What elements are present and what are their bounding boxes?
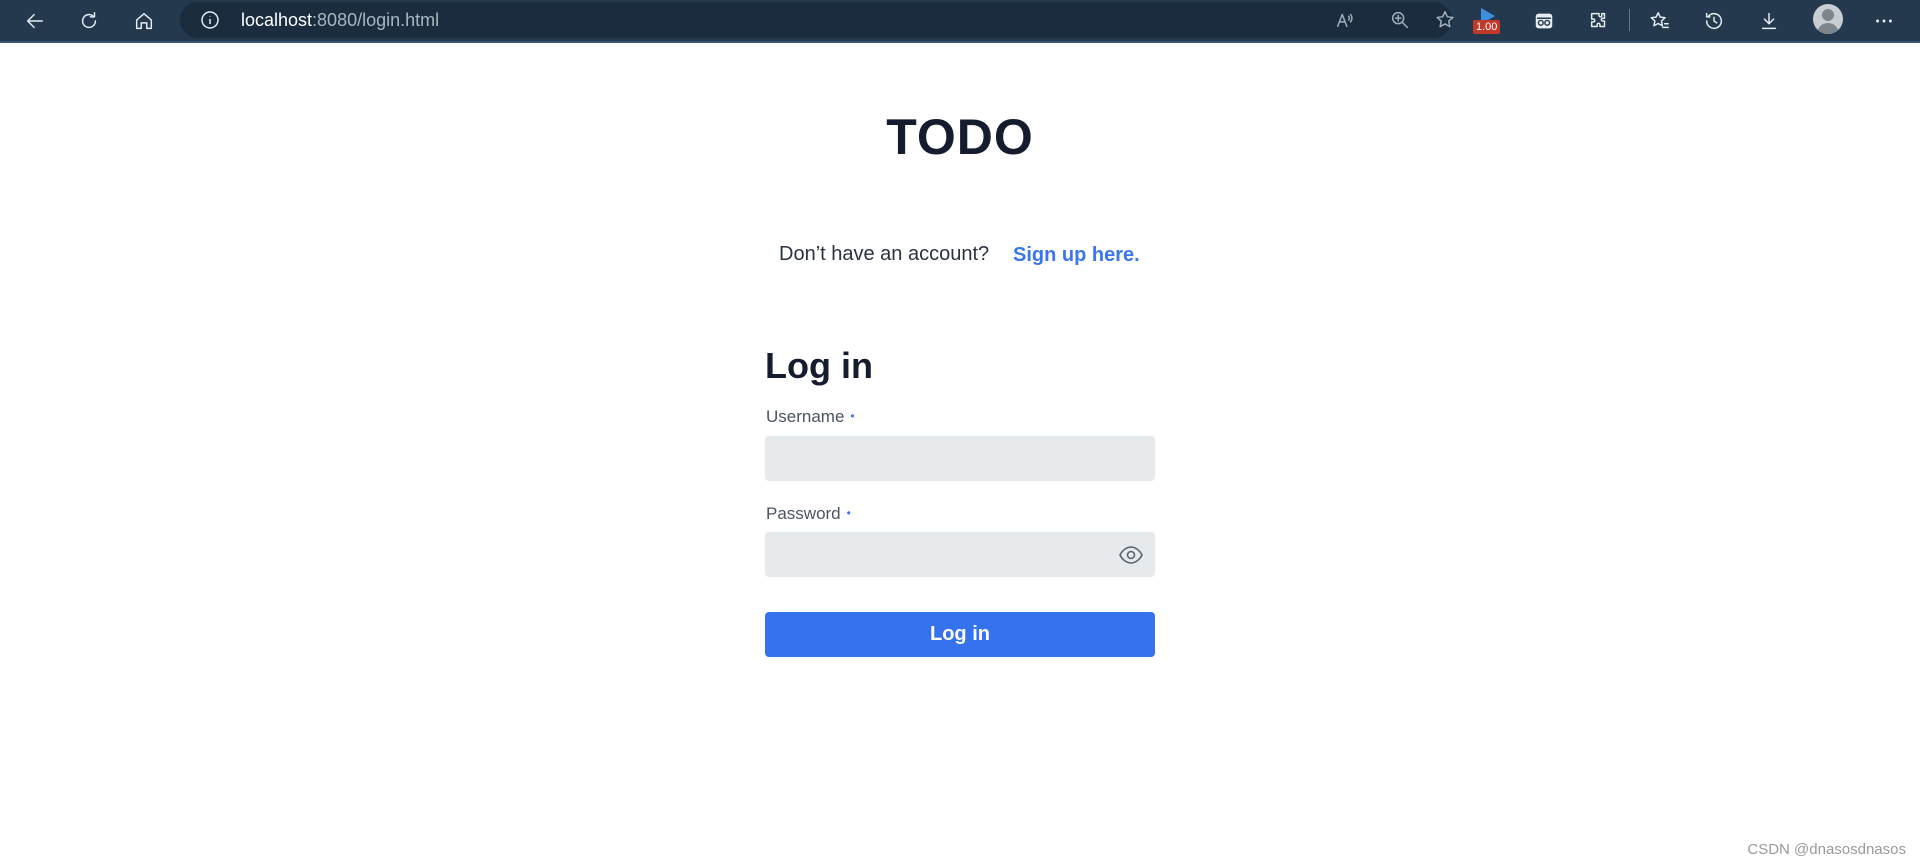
favorite-add-icon[interactable] — [1428, 3, 1462, 37]
info-icon[interactable] — [200, 10, 220, 30]
signup-prompt-text: Don’t have an account? — [779, 243, 990, 265]
form-heading: Log in — [765, 345, 873, 386]
profile-avatar[interactable] — [1813, 4, 1843, 34]
refresh-icon[interactable] — [72, 4, 106, 38]
signup-link[interactable]: Sign up here. — [1013, 244, 1140, 267]
favorites-icon[interactable] — [1643, 4, 1677, 38]
home-icon[interactable] — [127, 4, 161, 38]
watermark: CSDN @dnasosdnasos — [1747, 841, 1906, 858]
username-input[interactable] — [765, 436, 1155, 481]
username-label: Username • — [766, 407, 855, 427]
toolbar-divider — [1629, 9, 1630, 31]
more-icon[interactable] — [1867, 4, 1901, 38]
show-password-eye-icon[interactable] — [1117, 541, 1145, 569]
login-button[interactable]: Log in — [765, 612, 1155, 657]
password-input[interactable] — [765, 532, 1155, 577]
password-label-text: Password — [766, 504, 841, 523]
password-label: Password • — [766, 504, 851, 524]
glasses-extension-icon[interactable] — [1527, 4, 1561, 38]
address-bar[interactable]: localhost:8080/login.html — [180, 2, 1454, 38]
url-text[interactable]: localhost:8080/login.html — [241, 10, 439, 31]
play-extension-icon[interactable]: 1.00 — [1470, 6, 1506, 36]
puzzle-icon[interactable] — [1582, 4, 1616, 38]
zoom-icon[interactable] — [1383, 3, 1417, 37]
browser-toolbar: localhost:8080/login.html 1.00 — [0, 0, 1920, 43]
signup-prompt: Don’t have an account? Sign up here. — [779, 243, 1159, 273]
back-arrow-icon[interactable] — [18, 4, 52, 38]
required-marker: • — [846, 506, 851, 520]
url-host: localhost — [241, 10, 313, 30]
url-path: :8080/login.html — [312, 10, 440, 30]
required-marker: • — [850, 409, 855, 423]
read-aloud-icon[interactable] — [1328, 3, 1362, 37]
extension-badge: 1.00 — [1473, 20, 1501, 34]
history-icon[interactable] — [1697, 4, 1731, 38]
page-title: TODO — [886, 109, 1034, 165]
username-label-text: Username — [766, 407, 845, 426]
download-icon[interactable] — [1752, 4, 1786, 38]
